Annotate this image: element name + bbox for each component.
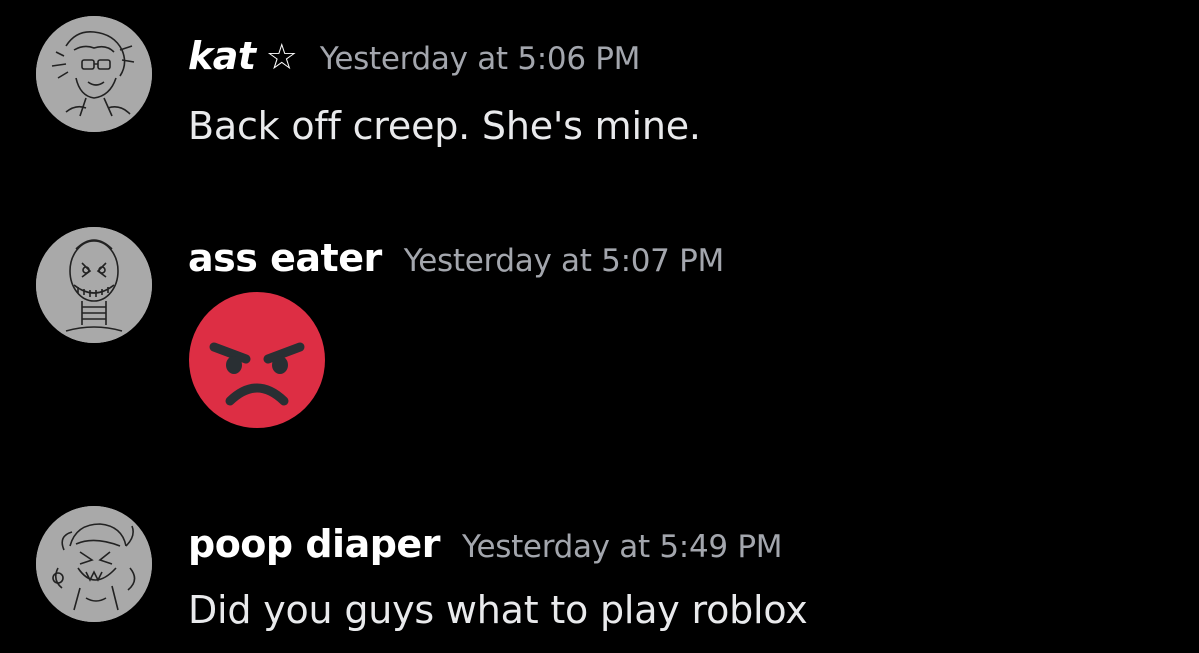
timestamp[interactable]: Yesterday at 5:49 PM [462, 529, 783, 565]
message-content: Did you guys what to play roblox [188, 588, 808, 632]
message-header: kat ☆ Yesterday at 5:06 PM [188, 34, 640, 78]
timestamp[interactable]: Yesterday at 5:06 PM [320, 41, 641, 77]
username[interactable]: poop diaper [188, 522, 440, 566]
message-header: poop diaper Yesterday at 5:49 PM [188, 522, 783, 566]
avatar-poop-diaper[interactable] [36, 506, 152, 622]
avatar-kat[interactable] [36, 16, 152, 132]
message-header: ass eater Yesterday at 5:07 PM [188, 236, 724, 280]
username[interactable]: kat [188, 34, 256, 78]
star-outline-icon: ☆ [265, 37, 298, 78]
avatar-ass-eater[interactable] [36, 227, 152, 343]
angry-face-emoji [188, 291, 326, 429]
sketch-avatar-icon [36, 16, 152, 132]
username[interactable]: ass eater [188, 236, 382, 280]
sketch-avatar-icon [36, 227, 152, 343]
message-content: Back off creep. She's mine. [188, 104, 701, 148]
sketch-avatar-icon [36, 506, 152, 622]
timestamp[interactable]: Yesterday at 5:07 PM [404, 243, 725, 279]
